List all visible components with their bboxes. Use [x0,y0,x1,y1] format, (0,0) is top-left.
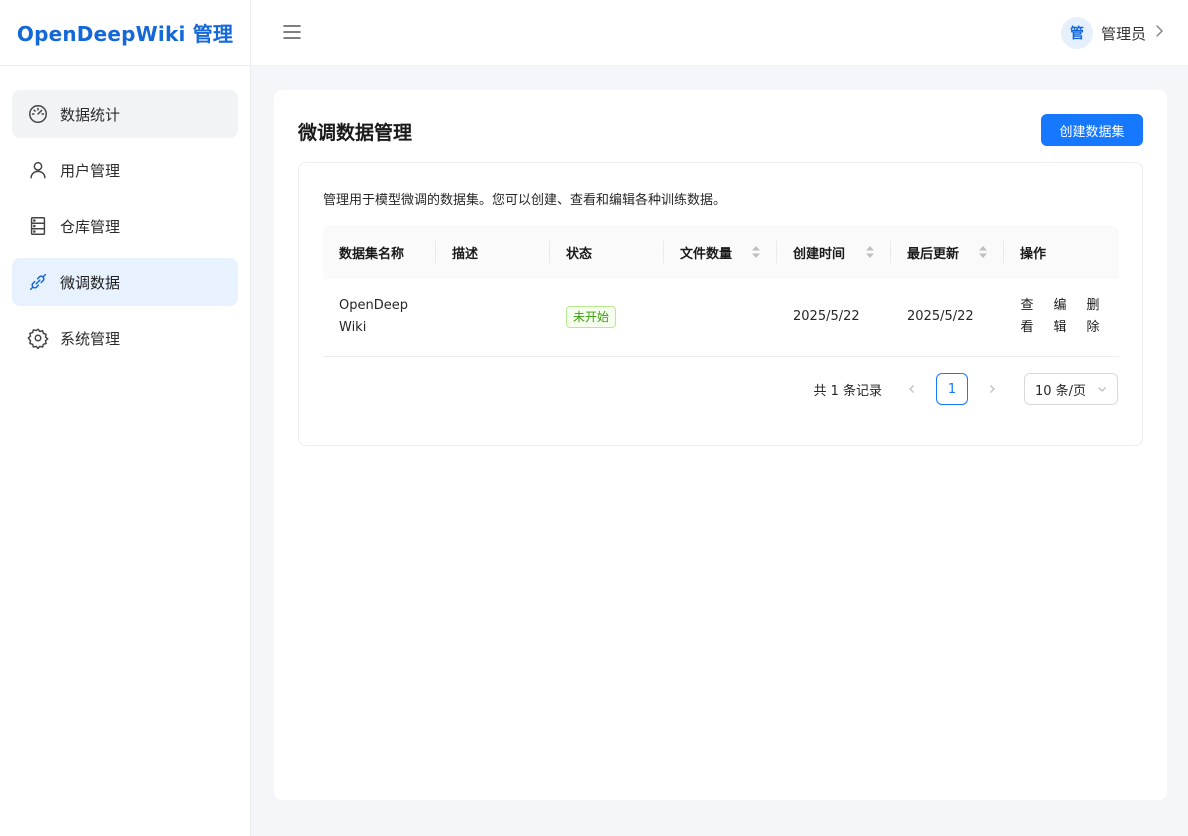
cell-updated: 2025/5/22 [891,279,1004,357]
next-page-icon[interactable] [976,373,1008,405]
page-button[interactable]: 1 [936,373,968,405]
avatar: 管 [1060,17,1093,49]
sidebar-item-repos[interactable]: 仓库管理 [12,202,238,250]
cell-created: 2025/5/22 [777,279,891,357]
sidebar-item-finetune[interactable]: 微调数据 [12,258,238,306]
sort-icon[interactable] [751,245,761,259]
sort-icon[interactable] [978,245,988,259]
column-header-file-count[interactable]: 文件数量 [664,225,777,279]
cell-description [436,279,550,357]
dashboard-icon [26,102,50,126]
sort-icon[interactable] [865,245,875,259]
cell-status: 未开始 [550,279,664,357]
page-title: 微调数据管理 [298,122,413,144]
view-button[interactable]: 查看 [1020,295,1034,339]
page-description: 管理用于模型微调的数据集。您可以创建、查看和编辑各种训练数据。 [323,193,727,208]
page-size-select[interactable]: 10 条/页 [1024,373,1118,405]
delete-button[interactable]: 删除 [1086,295,1100,339]
sidebar-menu: 数据统计 用户管理 仓库管理 微调数据 系统管理 [0,66,250,362]
app-title: OpenDeepWiki 管理 [16,22,234,46]
column-header-created[interactable]: 创建时间 [777,225,891,279]
chevron-right-icon [1152,24,1166,42]
table-row: OpenDeepWiki 未开始 2025/5/22 2025/5/22 查看 … [323,279,1119,357]
pagination: 共 1 条记录 1 10 条/页 [813,373,1118,405]
sidebar-item-label: 数据统计 [60,105,121,124]
hamburger-icon[interactable] [281,21,305,43]
sidebar-item-users[interactable]: 用户管理 [12,146,238,194]
status-badge: 未开始 [566,305,617,328]
sidebar-item-system[interactable]: 系统管理 [12,314,238,362]
sidebar-item-label: 系统管理 [60,329,121,348]
user-menu[interactable]: 管 管理员 [1060,17,1166,49]
sidebar-item-stats[interactable]: 数据统计 [12,90,238,138]
table-header-row: 数据集名称 描述 状态 文件数量 创建时间 最后更新 操作 [323,225,1119,279]
logo[interactable]: OpenDeepWiki 管理 [0,0,250,66]
cell-name: OpenDeepWiki [323,279,436,357]
sidebar-item-label: 用户管理 [60,161,121,180]
main-card: 微调数据管理 创建数据集 管理用于模型微调的数据集。您可以创建、查看和编辑各种训… [274,90,1167,800]
column-header-updated[interactable]: 最后更新 [891,225,1004,279]
chevron-down-icon [1098,387,1106,392]
column-header-description: 描述 [436,225,550,279]
database-icon [26,214,50,238]
prev-page-icon[interactable] [896,373,928,405]
create-dataset-button[interactable]: 创建数据集 [1041,114,1143,146]
sidebar: OpenDeepWiki 管理 数据统计 用户管理 仓库管理 微调数据 系统管理 [0,0,251,836]
sidebar-item-label: 仓库管理 [60,217,121,236]
cell-actions: 查看 编辑 删除 [1004,279,1119,357]
column-header-actions: 操作 [1004,225,1119,279]
dataset-panel: 管理用于模型微调的数据集。您可以创建、查看和编辑各种训练数据。 数据集名称 描述… [298,162,1143,446]
dataset-table: 数据集名称 描述 状态 文件数量 创建时间 最后更新 操作 OpenDeepWi… [323,225,1119,357]
pagination-total: 共 1 条记录 [813,383,882,399]
column-header-name: 数据集名称 [323,225,436,279]
sidebar-item-label: 微调数据 [60,273,121,292]
link-icon [26,270,50,294]
cell-file-count [664,279,777,357]
gear-icon [26,326,50,350]
edit-button[interactable]: 编辑 [1053,295,1067,339]
user-icon [26,158,50,182]
user-name: 管理员 [1100,24,1146,43]
top-header: 管 管理员 [251,0,1188,66]
column-header-status: 状态 [550,225,664,279]
